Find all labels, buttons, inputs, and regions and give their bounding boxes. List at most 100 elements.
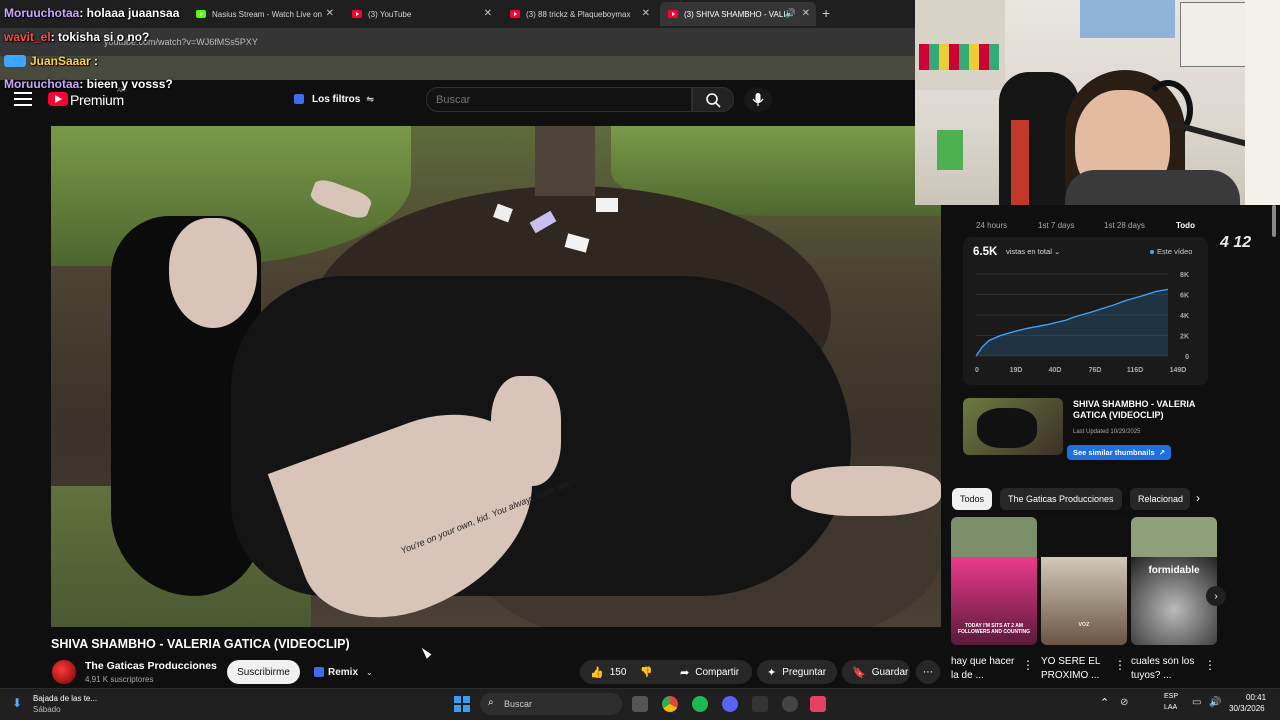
more-actions-button[interactable]: ⋯	[916, 660, 940, 684]
chevron-right-icon[interactable]: ›	[1196, 491, 1200, 505]
thumbs-up-icon: 👍	[590, 666, 604, 679]
views-dropdown[interactable]: vistas en total ⌄	[1006, 247, 1060, 256]
share-label: Compartir	[695, 666, 740, 678]
short-title[interactable]: hay que hacer la de ...	[951, 655, 1019, 683]
range-28d[interactable]: 1st 28 days	[1104, 221, 1145, 230]
y-axis: 0 2K 4K 6K 8K	[1180, 272, 1189, 361]
volume-icon[interactable]: 🔊	[1209, 697, 1221, 708]
chat-user: Moruuchotaa	[4, 6, 80, 20]
new-tab-icon[interactable]: +	[822, 5, 830, 21]
youtube-logo-icon[interactable]	[48, 92, 68, 106]
range-all[interactable]: Todo	[1176, 221, 1195, 230]
chip-channel[interactable]: The Gaticas Producciones	[1000, 488, 1122, 510]
x-tick-label: 149D	[1170, 367, 1187, 374]
spotify-icon[interactable]	[692, 696, 708, 712]
short-thumbnail[interactable]: voz	[1041, 517, 1127, 645]
app-icon[interactable]	[782, 696, 798, 712]
browser-tab-youtube[interactable]: (3) YouTube ✕	[344, 2, 498, 26]
legend-label: Este vídeo	[1157, 247, 1193, 256]
subscribe-button[interactable]: Suscribirme	[227, 660, 300, 684]
youtube-premium-logo[interactable]: Premium	[70, 92, 124, 108]
app-icon[interactable]	[752, 696, 768, 712]
voice-search-button[interactable]	[744, 87, 772, 112]
search-input[interactable]	[426, 87, 692, 112]
browser-tab-kick[interactable]: Nasius Stream - Watch Live on ✕	[188, 2, 340, 26]
more-vert-icon[interactable]: ⋮	[1204, 658, 1216, 672]
chat-text: : tokisha si o no?	[50, 30, 150, 44]
short-title[interactable]: YO SERE EL PROXIMO ...	[1041, 655, 1109, 683]
chat-message: Moruuchotaa: bieen y vosss?	[4, 77, 173, 91]
taskbar-search[interactable]: ⌕ Buscar	[480, 693, 622, 715]
y-tick-label: 0	[1185, 354, 1189, 361]
wall-poster	[1080, 0, 1175, 38]
share-button[interactable]: ➦ Compartir	[670, 660, 752, 684]
notification-subtitle: Sábado	[33, 705, 61, 714]
short-thumbnail[interactable]: formidable	[1131, 517, 1217, 645]
close-icon[interactable]: ✕	[484, 8, 492, 19]
more-vert-icon[interactable]: ⋮	[1022, 658, 1034, 672]
language-indicator[interactable]: ESP	[1164, 693, 1178, 700]
ask-label: Preguntar	[782, 666, 827, 678]
recommended-title[interactable]: SHIVA SHAMBHO - VALERIA GATICA (VIDEOCLI…	[1073, 399, 1208, 421]
close-icon[interactable]: ✕	[326, 8, 334, 19]
close-icon[interactable]: ✕	[642, 8, 650, 19]
short-overlay-text: TODAY I'M SITS AT 2 AM FOLLOWERS AND COU…	[957, 623, 1031, 635]
channel-name[interactable]: The Gaticas Producciones	[85, 660, 217, 672]
network-icon[interactable]: ⊘	[1120, 697, 1128, 708]
chat-message: Moruuchotaa: holaaa juaansaa	[4, 6, 179, 20]
clock-time[interactable]: 00:41	[1246, 693, 1266, 702]
save-button[interactable]: 🔖 Guardar	[842, 660, 910, 684]
close-icon[interactable]: ✕	[802, 8, 810, 19]
speaker-icon[interactable]: 🔊	[785, 8, 796, 19]
channel-avatar[interactable]	[52, 660, 76, 684]
chip-todos[interactable]: Todos	[952, 488, 993, 510]
short-thumbnail[interactable]: TODAY I'M SITS AT 2 AM FOLLOWERS AND COU…	[951, 517, 1037, 645]
short-title[interactable]: cuales son los tuyos? ...	[1131, 655, 1199, 683]
save-label: Guardar	[871, 666, 909, 678]
range-24h[interactable]: 24 hours	[976, 221, 1007, 230]
share-icon: ➦	[680, 666, 690, 679]
battery-icon[interactable]: ▭	[1192, 697, 1201, 708]
ask-button[interactable]: ✦ Preguntar	[757, 660, 837, 684]
search-button[interactable]	[692, 87, 734, 112]
shelf-items	[919, 44, 999, 70]
menu-icon[interactable]	[14, 92, 32, 106]
scrollbar[interactable]	[1272, 205, 1276, 237]
browser-tab-88trickz[interactable]: (3) 88 trickz & Plaqueboymax ✕	[502, 2, 656, 26]
short-overlay-text: formidable	[1148, 565, 1200, 576]
paper-scrap	[596, 198, 618, 212]
mouse-cursor-icon	[421, 645, 433, 659]
remix-button[interactable]: Remix ⌄	[308, 660, 378, 684]
discord-icon[interactable]	[722, 696, 738, 712]
like-button[interactable]: 👍 150	[580, 660, 680, 684]
chevron-down-icon: ⌄	[366, 667, 373, 677]
download-icon: ⬇	[12, 696, 23, 710]
chrome-icon[interactable]	[662, 696, 678, 712]
wooden-post	[535, 126, 595, 196]
more-vert-icon[interactable]: ⋮	[1114, 658, 1126, 672]
tiktok-icon[interactable]	[810, 696, 826, 712]
windows-start-icon[interactable]	[454, 696, 470, 712]
chart-area	[976, 289, 1168, 356]
dislike-button[interactable]: 👎	[632, 660, 662, 684]
filters-button[interactable]: Los filtros ⇋	[288, 88, 382, 110]
chevron-down-icon: ⌄	[1053, 247, 1061, 256]
clock-date: 30/3/2026	[1229, 704, 1265, 713]
thumbnail-figure	[977, 408, 1037, 448]
kick-icon	[196, 10, 206, 18]
notification-title[interactable]: Bajada de las te...	[33, 694, 97, 703]
recommended-thumbnail[interactable]	[963, 398, 1063, 455]
shorts-next-button[interactable]: ›	[1206, 586, 1226, 606]
range-7d[interactable]: 1st 7 days	[1038, 221, 1074, 230]
similar-thumbnails-button[interactable]: See similar thumbnails ↗	[1067, 445, 1171, 460]
file-explorer-icon[interactable]	[632, 696, 648, 712]
y-tick-label: 8K	[1180, 272, 1189, 279]
x-tick-label: 76D	[1089, 367, 1102, 374]
extension-icon	[294, 94, 304, 104]
extension-icon	[314, 667, 324, 677]
chip-related[interactable]: Relacionad	[1130, 488, 1190, 510]
chevron-up-icon[interactable]: ⌃	[1100, 696, 1109, 709]
video-player[interactable]: You're on your own, kid. You always have…	[51, 126, 941, 627]
browser-tab-active[interactable]: (3) SHIVA SHAMBHO - VALI 🔊 ✕	[660, 2, 816, 26]
chat-user: JuanSaaar	[30, 54, 91, 68]
